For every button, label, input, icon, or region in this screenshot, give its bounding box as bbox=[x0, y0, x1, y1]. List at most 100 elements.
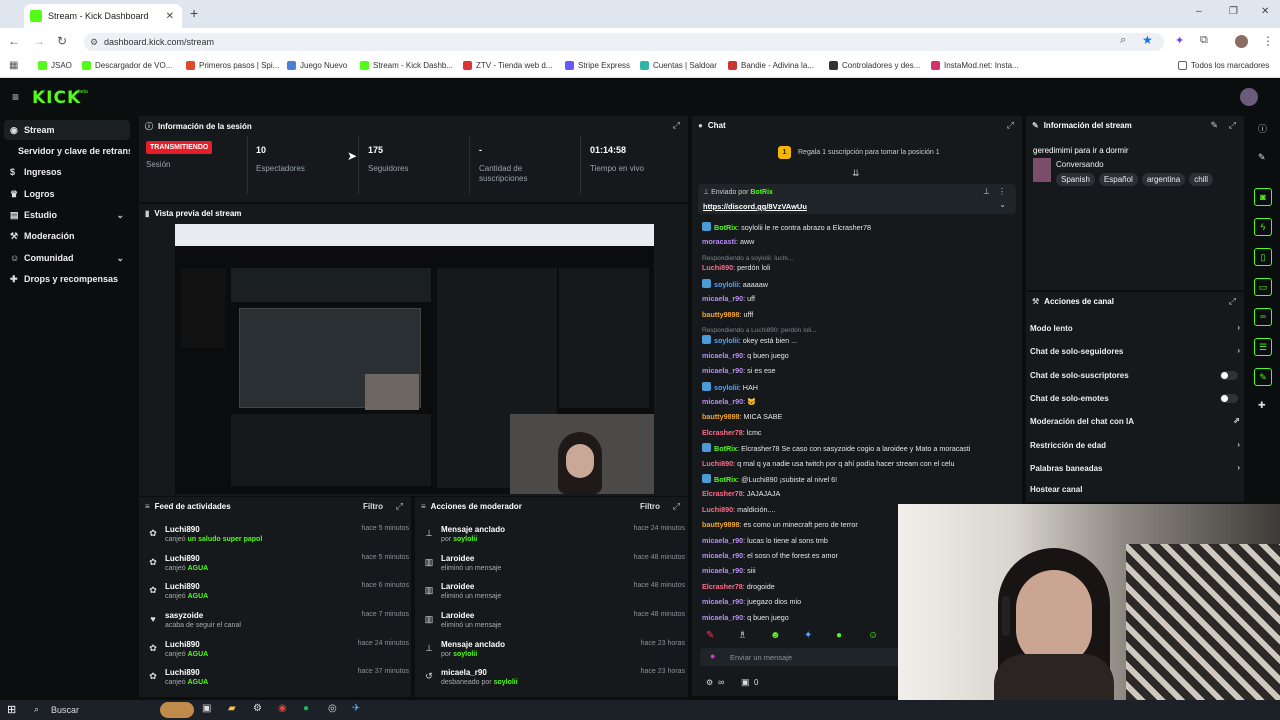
action-subs-only[interactable]: Chat de solo-suscriptores bbox=[1030, 371, 1240, 380]
chat-username[interactable]: micaela_r90 bbox=[702, 351, 743, 360]
sidebar-item-stream[interactable]: ◉ Stream bbox=[4, 120, 130, 140]
task-view-icon[interactable]: ▣ bbox=[202, 703, 211, 714]
sidebar-item-estudio[interactable]: ▤ Estudio ⌄ bbox=[4, 205, 130, 225]
minimize-button[interactable]: – bbox=[1196, 6, 1202, 17]
maximize-button[interactable]: ❐ bbox=[1229, 6, 1238, 17]
infinity-icon[interactable]: ∞ bbox=[1254, 308, 1272, 326]
action-emotes-only[interactable]: Chat de solo-emotes bbox=[1030, 394, 1240, 403]
chat-username[interactable]: Elcrasher78 bbox=[702, 489, 743, 498]
action-slow-mode[interactable]: Modo lento › bbox=[1030, 323, 1240, 333]
expand-icon[interactable]: ⤢ bbox=[1229, 120, 1236, 131]
unpin-icon[interactable]: ⊥ bbox=[983, 187, 990, 196]
emote-picker-icon[interactable]: ● bbox=[710, 651, 715, 661]
toggle-switch[interactable] bbox=[1220, 394, 1238, 403]
mod-filter-button[interactable]: Filtro bbox=[640, 502, 660, 511]
chat-username[interactable]: soylolii bbox=[714, 336, 739, 345]
expand-icon[interactable]: ⤢ bbox=[673, 501, 680, 512]
bookmark-item[interactable]: Bandie - Adivina la... bbox=[728, 61, 814, 70]
emote-icon[interactable]: ☺ bbox=[868, 630, 878, 641]
emote-icon[interactable]: ✦ bbox=[804, 630, 812, 641]
chat-username[interactable]: BotRix bbox=[714, 444, 737, 453]
chat-username[interactable]: soylolii bbox=[714, 280, 739, 289]
chat-username[interactable]: moracasti bbox=[702, 237, 736, 246]
bookmark-item[interactable]: Stripe Express bbox=[565, 61, 630, 70]
chat-username[interactable]: micaela_r90 bbox=[702, 566, 743, 575]
emote-icon[interactable]: ✎ bbox=[706, 630, 714, 641]
bookmark-item[interactable]: ZTV - Tienda web d... bbox=[463, 61, 552, 70]
chat-username[interactable]: micaela_r90 bbox=[702, 366, 743, 375]
taskbar-search[interactable]: Buscar bbox=[51, 705, 79, 715]
taskbar-search-icon[interactable]: ⌕ bbox=[34, 704, 39, 715]
action-age-restriction[interactable]: Restricción de edad › bbox=[1030, 440, 1240, 450]
action-host-channel[interactable]: Hostear canal bbox=[1030, 485, 1240, 494]
bookmark-item[interactable]: InstaMod.net: Insta... bbox=[931, 61, 1019, 70]
chat-username[interactable]: micaela_r90 bbox=[702, 294, 743, 303]
lightning-icon[interactable]: ϟ bbox=[1254, 218, 1272, 236]
file-explorer-icon[interactable]: ▰ bbox=[228, 703, 236, 714]
close-window-button[interactable]: ✕ bbox=[1261, 6, 1269, 17]
kick-logo[interactable]: KICK bbox=[32, 88, 81, 108]
bookmark-item[interactable]: Juego Nuevo bbox=[287, 61, 347, 70]
bookmark-item[interactable]: Primeros pasos | Spi... bbox=[186, 61, 279, 70]
chat-username[interactable]: bautty9898 bbox=[702, 310, 740, 319]
apps-grid-icon[interactable]: ▦ bbox=[9, 60, 18, 71]
chat-username[interactable]: Luchi890 bbox=[702, 459, 733, 468]
action-banned-words[interactable]: Palabras baneadas › bbox=[1030, 463, 1240, 473]
bookmark-item[interactable]: Controladores y des... bbox=[829, 61, 920, 70]
chat-username[interactable]: soylolii bbox=[714, 383, 739, 392]
back-icon[interactable]: ← bbox=[8, 34, 20, 48]
emote-icon[interactable]: ♗ bbox=[738, 630, 747, 641]
sidebar-item-ingresos[interactable]: $ Ingresos bbox=[4, 162, 130, 182]
bookmark-star-icon[interactable]: ★ bbox=[1142, 33, 1153, 47]
expand-icon[interactable]: ⤢ bbox=[1007, 120, 1014, 131]
expand-icon[interactable]: ⤢ bbox=[1229, 296, 1236, 307]
zoom-icon[interactable]: ⌕ bbox=[1120, 34, 1126, 47]
chat-input[interactable]: ● Enviar un mensaje bbox=[700, 648, 900, 666]
sidebar-item-comunidad[interactable]: ☺ Comunidad ⌄ bbox=[4, 248, 130, 268]
bookmark-item[interactable]: JSAO bbox=[38, 61, 72, 70]
sidebar-item-moderacion[interactable]: ⚒ Moderación bbox=[4, 226, 130, 246]
chat-username[interactable]: Luchi890 bbox=[702, 505, 733, 514]
pinned-link[interactable]: https://discord.gg/8VzVAwUu bbox=[703, 202, 807, 211]
chat-username[interactable]: bautty9898 bbox=[702, 520, 740, 529]
expand-icon[interactable]: ⤢ bbox=[673, 120, 680, 131]
site-info-icon[interactable]: ⚙ bbox=[90, 33, 98, 51]
bookmark-item[interactable]: Stream - Kick Dashb... bbox=[360, 61, 453, 70]
list-icon[interactable]: ☰ bbox=[1254, 338, 1272, 356]
wrench-icon[interactable]: ✎ bbox=[1254, 368, 1272, 386]
all-bookmarks[interactable]: Todos los marcadores bbox=[1178, 61, 1269, 70]
gift-box-icon[interactable]: ▣ bbox=[741, 677, 750, 688]
user-avatar[interactable] bbox=[1240, 88, 1258, 106]
chevron-down-icon[interactable]: ⌄ bbox=[999, 200, 1006, 209]
collapse-icon[interactable]: ⇊ bbox=[852, 168, 860, 179]
edit-icon[interactable]: ✎ bbox=[1258, 152, 1266, 163]
bookmark-item[interactable]: Cuentas | Saldoar bbox=[640, 61, 717, 70]
sidebar-item-drops[interactable]: ✚ Drops y recompensas bbox=[4, 269, 130, 289]
new-tab-button[interactable]: + bbox=[190, 5, 198, 21]
add-widget-icon[interactable]: ✚ bbox=[1258, 400, 1266, 411]
gift-sub-banner[interactable]: 1 Regala 1 suscripción para tomar la pos… bbox=[778, 146, 940, 159]
expand-icon[interactable]: ⤢ bbox=[396, 501, 403, 512]
emote-icon[interactable]: ☻ bbox=[770, 630, 781, 641]
menu-dots-icon[interactable]: ⋮ bbox=[1262, 34, 1274, 48]
settings-icon[interactable]: ⚙ bbox=[253, 703, 262, 714]
edit-stream-icon[interactable]: ✎ bbox=[1210, 120, 1218, 131]
chat-username[interactable]: micaela_r90 bbox=[702, 397, 743, 406]
stream-preview-video[interactable] bbox=[175, 224, 654, 494]
extension-icon[interactable]: ✦ bbox=[1175, 34, 1184, 47]
hamburger-menu-icon[interactable]: ≡ bbox=[12, 90, 19, 104]
bookmark-item[interactable]: Descargador de VO... bbox=[82, 61, 172, 70]
windows-start-icon[interactable]: ⊞ bbox=[7, 703, 16, 716]
forward-icon[interactable]: → bbox=[33, 34, 45, 48]
chat-username[interactable]: micaela_r90 bbox=[702, 597, 743, 606]
chat-username[interactable]: Luchi890 bbox=[702, 263, 733, 272]
chat-username[interactable]: micaela_r90 bbox=[702, 613, 743, 622]
chat-username[interactable]: BotRix bbox=[714, 223, 737, 232]
spotify-icon[interactable]: ● bbox=[303, 703, 309, 714]
chat-settings-icon[interactable]: ⚙ bbox=[706, 678, 713, 687]
chat-username[interactable]: Elcrasher78 bbox=[702, 582, 743, 591]
chrome-icon[interactable]: ◉ bbox=[278, 703, 287, 714]
message-icon[interactable]: ▭ bbox=[1254, 278, 1272, 296]
weather-widget-icon[interactable] bbox=[160, 702, 194, 718]
feed-filter-button[interactable]: Filtro bbox=[363, 502, 383, 511]
